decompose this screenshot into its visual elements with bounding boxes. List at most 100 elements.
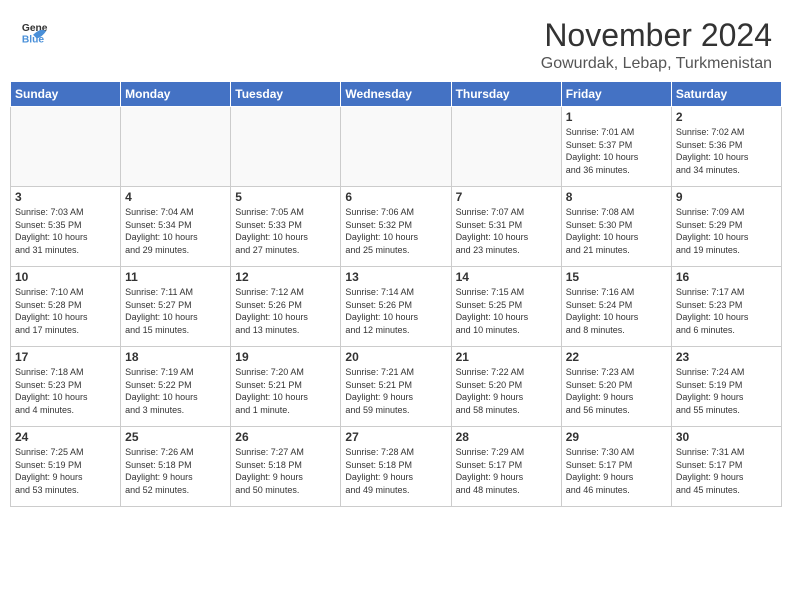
calendar-cell: 24 Sunrise: 7:25 AMSunset: 5:19 PMDayligh… [11,427,121,507]
day-info: Sunrise: 7:07 AMSunset: 5:31 PMDaylight:… [456,206,557,256]
day-number: 9 [676,190,777,204]
day-info: Sunrise: 7:10 AMSunset: 5:28 PMDaylight:… [15,286,116,336]
calendar-cell: 16Sunrise: 7:17 AMSunset: 5:23 PMDayligh… [671,267,781,347]
calendar-cell: 20Sunrise: 7:21 AMSunset: 5:21 PMDayligh… [341,347,451,427]
day-info: Sunrise: 7:02 AMSunset: 5:36 PMDaylight:… [676,126,777,176]
logo-icon: General Blue [20,18,48,46]
day-number: 19 [235,350,336,364]
day-info: Sunrise: 7:05 AMSunset: 5:33 PMDaylight:… [235,206,336,256]
svg-text:Blue: Blue [22,34,45,45]
calendar-cell: 29Sunrise: 7:30 AMSunset: 5:17 PMDayligh… [561,427,671,507]
week-row-2: 3 Sunrise: 7:03 AMSunset: 5:35 PMDaylight… [11,187,782,267]
day-info: Sunrise: 7:28 AMSunset: 5:18 PMDaylight:… [345,446,446,496]
day-number: 23 [676,350,777,364]
day-number: 10 [15,270,116,284]
day-number: 1 [566,110,667,124]
day-info: Sunrise: 7:23 AMSunset: 5:20 PMDaylight:… [566,366,667,416]
week-row-1: 1 Sunrise: 7:01 AMSunset: 5:37 PMDaylight… [11,107,782,187]
calendar-table: SundayMondayTuesdayWednesdayThursdayFrid… [10,81,782,507]
day-number: 15 [566,270,667,284]
day-info: Sunrise: 7:26 AMSunset: 5:18 PMDaylight:… [125,446,226,496]
calendar-cell: 26Sunrise: 7:27 AMSunset: 5:18 PMDayligh… [231,427,341,507]
day-info: Sunrise: 7:04 AMSunset: 5:34 PMDaylight:… [125,206,226,256]
title-block: November 2024 Gowurdak, Lebap, Turkmenis… [541,18,772,73]
day-info: Sunrise: 7:14 AMSunset: 5:26 PMDaylight:… [345,286,446,336]
calendar-cell: 4 Sunrise: 7:04 AMSunset: 5:34 PMDaylight… [121,187,231,267]
week-row-5: 24 Sunrise: 7:25 AMSunset: 5:19 PMDayligh… [11,427,782,507]
calendar-cell [11,107,121,187]
weekday-header-thursday: Thursday [451,82,561,107]
day-number: 14 [456,270,557,284]
day-number: 12 [235,270,336,284]
day-info: Sunrise: 7:21 AMSunset: 5:21 PMDaylight:… [345,366,446,416]
logo: General Blue [20,18,48,46]
day-number: 7 [456,190,557,204]
day-info: Sunrise: 7:17 AMSunset: 5:23 PMDaylight:… [676,286,777,336]
calendar-cell: 27 Sunrise: 7:28 AMSunset: 5:18 PMDayligh… [341,427,451,507]
day-number: 2 [676,110,777,124]
calendar-cell: 12 Sunrise: 7:12 AMSunset: 5:26 PMDayligh… [231,267,341,347]
day-number: 5 [235,190,336,204]
calendar-cell: 9 Sunrise: 7:09 AMSunset: 5:29 PMDaylight… [671,187,781,267]
week-row-3: 10 Sunrise: 7:10 AMSunset: 5:28 PMDayligh… [11,267,782,347]
day-info: Sunrise: 7:18 AMSunset: 5:23 PMDaylight:… [15,366,116,416]
day-number: 21 [456,350,557,364]
day-info: Sunrise: 7:20 AMSunset: 5:21 PMDaylight:… [235,366,336,416]
calendar-cell: 21Sunrise: 7:22 AMSunset: 5:20 PMDayligh… [451,347,561,427]
day-info: Sunrise: 7:11 AMSunset: 5:27 PMDaylight:… [125,286,226,336]
day-info: Sunrise: 7:15 AMSunset: 5:25 PMDaylight:… [456,286,557,336]
day-info: Sunrise: 7:01 AMSunset: 5:37 PMDaylight:… [566,126,667,176]
calendar-cell: 2 Sunrise: 7:02 AMSunset: 5:36 PMDaylight… [671,107,781,187]
calendar-cell: 3 Sunrise: 7:03 AMSunset: 5:35 PMDaylight… [11,187,121,267]
calendar-cell [121,107,231,187]
weekday-header-row: SundayMondayTuesdayWednesdayThursdayFrid… [11,82,782,107]
day-info: Sunrise: 7:06 AMSunset: 5:32 PMDaylight:… [345,206,446,256]
weekday-header-wednesday: Wednesday [341,82,451,107]
calendar-cell: 30Sunrise: 7:31 AMSunset: 5:17 PMDayligh… [671,427,781,507]
day-number: 3 [15,190,116,204]
day-number: 18 [125,350,226,364]
calendar-cell: 11 Sunrise: 7:11 AMSunset: 5:27 PMDayligh… [121,267,231,347]
calendar-cell: 18 Sunrise: 7:19 AMSunset: 5:22 PMDayligh… [121,347,231,427]
day-info: Sunrise: 7:03 AMSunset: 5:35 PMDaylight:… [15,206,116,256]
page-header: General Blue November 2024 Gowurdak, Leb… [10,10,782,77]
day-info: Sunrise: 7:31 AMSunset: 5:17 PMDaylight:… [676,446,777,496]
day-number: 24 [15,430,116,444]
day-number: 6 [345,190,446,204]
month-title: November 2024 [541,18,772,53]
location-title: Gowurdak, Lebap, Turkmenistan [541,55,772,73]
day-number: 13 [345,270,446,284]
calendar-cell: 10 Sunrise: 7:10 AMSunset: 5:28 PMDayligh… [11,267,121,347]
day-number: 11 [125,270,226,284]
day-number: 17 [15,350,116,364]
calendar-cell: 6 Sunrise: 7:06 AMSunset: 5:32 PMDaylight… [341,187,451,267]
weekday-header-sunday: Sunday [11,82,121,107]
weekday-header-saturday: Saturday [671,82,781,107]
calendar-cell: 15Sunrise: 7:16 AMSunset: 5:24 PMDayligh… [561,267,671,347]
day-number: 8 [566,190,667,204]
calendar-cell: 13 Sunrise: 7:14 AMSunset: 5:26 PMDayligh… [341,267,451,347]
calendar-cell: 19 Sunrise: 7:20 AMSunset: 5:21 PMDayligh… [231,347,341,427]
day-info: Sunrise: 7:19 AMSunset: 5:22 PMDaylight:… [125,366,226,416]
day-number: 27 [345,430,446,444]
calendar-cell: 8 Sunrise: 7:08 AMSunset: 5:30 PMDaylight… [561,187,671,267]
day-info: Sunrise: 7:29 AMSunset: 5:17 PMDaylight:… [456,446,557,496]
calendar-cell: 23 Sunrise: 7:24 AMSunset: 5:19 PMDayligh… [671,347,781,427]
calendar-cell: 14 Sunrise: 7:15 AMSunset: 5:25 PMDayligh… [451,267,561,347]
day-info: Sunrise: 7:12 AMSunset: 5:26 PMDaylight:… [235,286,336,336]
week-row-4: 17 Sunrise: 7:18 AMSunset: 5:23 PMDayligh… [11,347,782,427]
day-number: 4 [125,190,226,204]
day-info: Sunrise: 7:30 AMSunset: 5:17 PMDaylight:… [566,446,667,496]
calendar-cell [341,107,451,187]
day-info: Sunrise: 7:09 AMSunset: 5:29 PMDaylight:… [676,206,777,256]
calendar-cell: 25Sunrise: 7:26 AMSunset: 5:18 PMDayligh… [121,427,231,507]
day-info: Sunrise: 7:25 AMSunset: 5:19 PMDaylight:… [15,446,116,496]
weekday-header-monday: Monday [121,82,231,107]
day-info: Sunrise: 7:08 AMSunset: 5:30 PMDaylight:… [566,206,667,256]
calendar-cell [231,107,341,187]
day-number: 22 [566,350,667,364]
day-info: Sunrise: 7:24 AMSunset: 5:19 PMDaylight:… [676,366,777,416]
calendar-cell: 28Sunrise: 7:29 AMSunset: 5:17 PMDayligh… [451,427,561,507]
day-number: 26 [235,430,336,444]
calendar-cell: 22 Sunrise: 7:23 AMSunset: 5:20 PMDayligh… [561,347,671,427]
